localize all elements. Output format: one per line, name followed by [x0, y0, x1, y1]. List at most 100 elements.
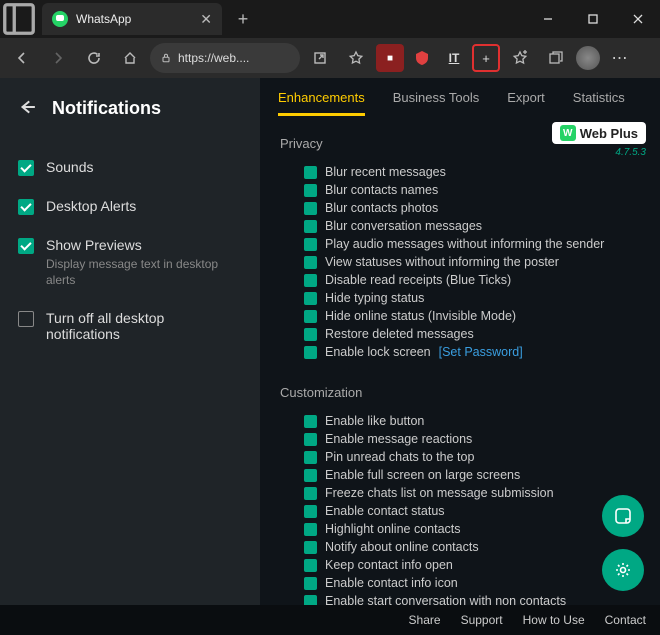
adblock-icon[interactable]: [408, 44, 436, 72]
option-checkbox[interactable]: [304, 328, 317, 341]
option-checkbox[interactable]: [304, 184, 317, 197]
option-checkbox[interactable]: [304, 238, 317, 251]
option-checkbox[interactable]: [304, 559, 317, 572]
option-checkbox[interactable]: [304, 292, 317, 305]
option-checkbox[interactable]: [304, 595, 317, 606]
option-row[interactable]: Enable contact status: [304, 504, 640, 518]
option-row[interactable]: Hide typing status: [304, 291, 640, 305]
settings-fab[interactable]: [602, 549, 644, 591]
option-label: Enable like button: [325, 414, 424, 428]
option-label: Pin unread chats to the top: [325, 450, 474, 464]
checkbox[interactable]: [18, 160, 34, 176]
new-tab-button[interactable]: +: [228, 4, 258, 34]
option-checkbox[interactable]: [304, 541, 317, 554]
checkbox[interactable]: [18, 238, 34, 254]
option-row[interactable]: Hide online status (Invisible Mode): [304, 309, 640, 323]
extension-it-icon[interactable]: IT: [440, 44, 468, 72]
option-checkbox[interactable]: [304, 469, 317, 482]
option-checkbox[interactable]: [304, 505, 317, 518]
options-scroll[interactable]: PrivacyBlur recent messagesBlur contacts…: [260, 116, 660, 605]
setting-row[interactable]: Turn off all desktop notifications: [18, 310, 242, 342]
option-row[interactable]: Highlight online contacts: [304, 522, 640, 536]
option-row[interactable]: Enable lock screen [Set Password]: [304, 345, 640, 359]
bottom-link[interactable]: How to Use: [523, 613, 585, 627]
option-row[interactable]: Pin unread chats to the top: [304, 450, 640, 464]
option-checkbox[interactable]: [304, 166, 317, 179]
extension-icon[interactable]: ■: [376, 44, 404, 72]
maximize-button[interactable]: [570, 0, 615, 38]
webplus-extension-icon[interactable]: +: [472, 44, 500, 72]
option-label: Blur contacts names: [325, 183, 438, 197]
open-external-icon[interactable]: [304, 42, 336, 74]
option-row[interactable]: Notify about online contacts: [304, 540, 640, 554]
forward-button[interactable]: [42, 42, 74, 74]
option-checkbox[interactable]: [304, 415, 317, 428]
option-row[interactable]: Freeze chats list on message submission: [304, 486, 640, 500]
option-checkbox[interactable]: [304, 577, 317, 590]
panel-tab[interactable]: Statistics: [573, 90, 625, 116]
back-button[interactable]: [6, 42, 38, 74]
option-row[interactable]: View statuses without informing the post…: [304, 255, 640, 269]
option-row[interactable]: Restore deleted messages: [304, 327, 640, 341]
refresh-button[interactable]: [78, 42, 110, 74]
option-checkbox[interactable]: [304, 310, 317, 323]
add-favorite-icon[interactable]: [340, 42, 372, 74]
panel-tab[interactable]: Business Tools: [393, 90, 479, 116]
panel-tab[interactable]: Enhancements: [278, 90, 365, 116]
favorites-button[interactable]: [504, 42, 536, 74]
back-arrow-icon[interactable]: [18, 98, 36, 119]
option-label: Enable start conversation with non conta…: [325, 594, 566, 605]
option-row[interactable]: Disable read receipts (Blue Ticks): [304, 273, 640, 287]
tab-close-icon[interactable]: ✕: [200, 11, 212, 28]
setting-row[interactable]: Show PreviewsDisplay message text in des…: [18, 237, 242, 288]
option-checkbox[interactable]: [304, 346, 317, 359]
setting-label: Turn off all desktop notifications: [46, 310, 242, 342]
option-link[interactable]: [Set Password]: [439, 345, 523, 359]
option-row[interactable]: Enable start conversation with non conta…: [304, 594, 640, 605]
sticker-fab[interactable]: [602, 495, 644, 537]
panel-tab[interactable]: Export: [507, 90, 545, 116]
option-row[interactable]: Enable full screen on large screens: [304, 468, 640, 482]
checkbox[interactable]: [18, 311, 34, 327]
option-row[interactable]: Blur recent messages: [304, 165, 640, 179]
option-row[interactable]: Play audio messages without informing th…: [304, 237, 640, 251]
option-label: Keep contact info open: [325, 558, 453, 572]
option-checkbox[interactable]: [304, 274, 317, 287]
home-button[interactable]: [114, 42, 146, 74]
setting-subtext: Display message text in desktop alerts: [46, 257, 242, 288]
option-checkbox[interactable]: [304, 451, 317, 464]
collections-button[interactable]: [540, 42, 572, 74]
profile-avatar[interactable]: [576, 46, 600, 70]
option-checkbox[interactable]: [304, 487, 317, 500]
option-checkbox[interactable]: [304, 433, 317, 446]
section-title: Customization: [280, 385, 640, 400]
minimize-button[interactable]: [525, 0, 570, 38]
option-label: Enable full screen on large screens: [325, 468, 520, 482]
browser-tab[interactable]: WhatsApp ✕: [42, 3, 222, 35]
more-menu-button[interactable]: ⋯: [604, 42, 636, 74]
checkbox[interactable]: [18, 199, 34, 215]
option-label: Highlight online contacts: [325, 522, 461, 536]
option-label: Blur contacts photos: [325, 201, 438, 215]
option-row[interactable]: Blur conversation messages: [304, 219, 640, 233]
option-checkbox[interactable]: [304, 202, 317, 215]
close-window-button[interactable]: [615, 0, 660, 38]
bottom-link[interactable]: Share: [409, 613, 441, 627]
option-row[interactable]: Keep contact info open: [304, 558, 640, 572]
option-checkbox[interactable]: [304, 523, 317, 536]
address-bar[interactable]: https://web....: [150, 43, 300, 73]
option-checkbox[interactable]: [304, 256, 317, 269]
option-checkbox[interactable]: [304, 220, 317, 233]
option-row[interactable]: Enable message reactions: [304, 432, 640, 446]
option-row[interactable]: Blur contacts names: [304, 183, 640, 197]
option-row[interactable]: Blur contacts photos: [304, 201, 640, 215]
window-controls: [525, 0, 660, 38]
option-row[interactable]: Enable contact info icon: [304, 576, 640, 590]
bottom-link[interactable]: Support: [461, 613, 503, 627]
brand-badge[interactable]: WWeb Plus 4.7.5.3: [552, 122, 646, 158]
option-row[interactable]: Enable like button: [304, 414, 640, 428]
setting-row[interactable]: Sounds: [18, 159, 242, 176]
setting-row[interactable]: Desktop Alerts: [18, 198, 242, 215]
tab-actions-icon[interactable]: [0, 0, 38, 38]
bottom-link[interactable]: Contact: [605, 613, 646, 627]
